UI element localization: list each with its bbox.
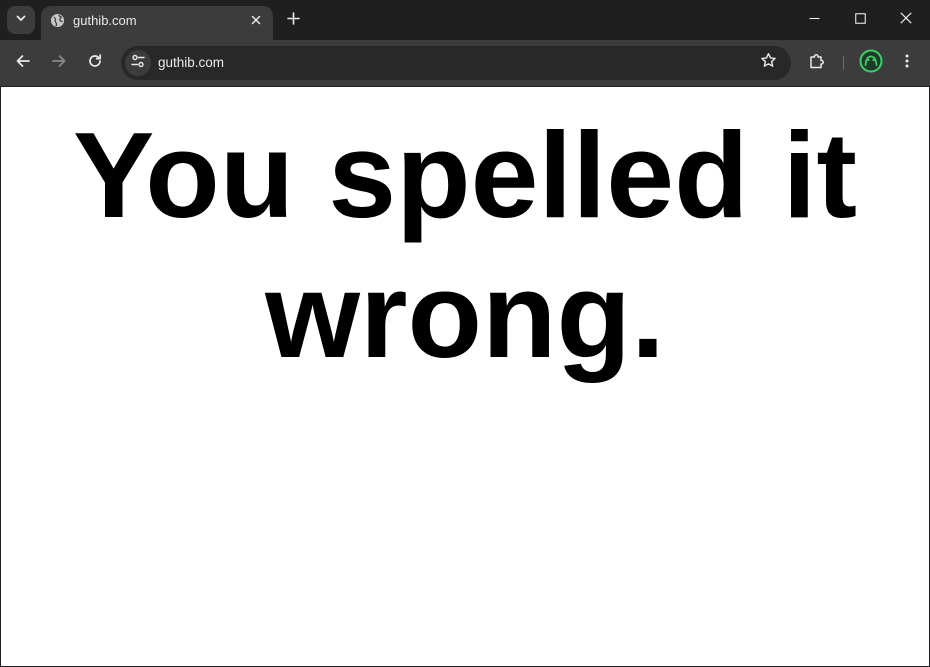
more-vertical-icon — [899, 53, 915, 74]
tab-strip: guthib.com — [0, 0, 930, 40]
puzzle-icon — [808, 52, 826, 75]
browser-menu-button[interactable] — [893, 49, 921, 77]
tab-title: guthib.com — [73, 13, 137, 28]
page-headline: You spelled it wrong. — [72, 107, 858, 383]
plus-icon — [286, 12, 300, 30]
new-tab-button[interactable] — [281, 9, 305, 33]
url-text[interactable]: guthib.com — [158, 55, 224, 70]
avatar — [859, 49, 883, 78]
tab-close-button[interactable] — [247, 11, 265, 29]
bookmark-button[interactable] — [759, 52, 777, 74]
browser-window: guthib.com guthib.com You spelled it wro… — [0, 0, 930, 667]
tune-icon — [130, 53, 146, 74]
site-info-button[interactable] — [125, 50, 151, 76]
minimize-button[interactable] — [791, 0, 837, 40]
close-icon — [900, 11, 912, 29]
maximize-button[interactable] — [837, 0, 883, 40]
globe-icon — [50, 13, 65, 28]
minimize-icon — [809, 11, 820, 29]
address-bar[interactable]: guthib.com — [121, 46, 791, 80]
browser-toolbar: guthib.com — [0, 40, 930, 86]
profile-button[interactable] — [857, 49, 885, 77]
reload-button[interactable] — [81, 49, 109, 77]
maximize-icon — [854, 11, 866, 29]
window-close-button[interactable] — [883, 0, 929, 40]
toolbar-divider — [843, 56, 844, 70]
reload-icon — [87, 53, 103, 74]
back-button[interactable] — [9, 49, 37, 77]
active-tab[interactable]: guthib.com — [41, 6, 273, 40]
chevron-down-icon — [15, 11, 27, 29]
close-icon — [251, 15, 261, 25]
star-icon — [760, 52, 777, 74]
arrow-left-icon — [15, 53, 31, 74]
forward-button[interactable] — [45, 49, 73, 77]
extensions-button[interactable] — [803, 49, 831, 77]
page-content: You spelled it wrong. — [1, 87, 929, 666]
arrow-right-icon — [51, 53, 67, 74]
tab-search-button[interactable] — [7, 6, 35, 34]
